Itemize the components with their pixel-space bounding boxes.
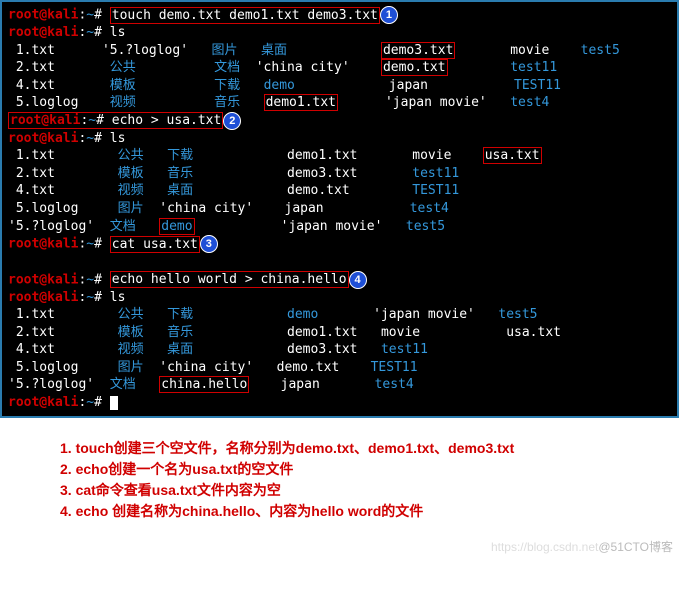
annotation-line-1: 1. touch创建三个空文件，名称分别为demo.txt、demo1.txt、… — [60, 438, 663, 459]
watermark: https://blog.csdn.net@51CTO博客 — [0, 532, 693, 561]
ls2-row5: '5.?loglog' 文档 demo 'japan movie' test5 — [8, 218, 671, 236]
annotation-block: 1. touch创建三个空文件，名称分别为demo.txt、demo1.txt、… — [0, 418, 693, 532]
ls2-row3: 4.txt 视频 桌面 demo.txt TEST11 — [8, 182, 671, 200]
annotation-line-2: 2. echo创建一个名为usa.txt的空文件 — [60, 459, 663, 480]
cmd-touch: touch demo.txt demo1.txt demo3.txt — [110, 7, 380, 24]
command-line-6: root@kali:~# echo hello world > china.he… — [8, 271, 671, 289]
ls1-row1: 1.txt '5.?loglog' 图片 桌面 demo3.txt movie … — [8, 42, 671, 60]
ls3-row3: 4.txt 视频 桌面 demo3.txt test11 — [8, 341, 671, 359]
ls3-row5: '5.?loglog' 文档 china.hello japan test4 — [8, 376, 671, 394]
marker-1: 1 — [380, 6, 398, 24]
ls1-row4: 5.loglog 视频 音乐 demo1.txt 'japan movie' t… — [8, 94, 671, 112]
marker-4: 4 — [349, 271, 367, 289]
prompt-user: root@kali — [8, 8, 78, 23]
ls3-row4: 5.loglog 图片 'china city' demo.txt TEST11 — [8, 359, 671, 377]
marker-3: 3 — [200, 235, 218, 253]
annotation-line-4: 4. echo 创建名称为china.hello、内容为hello word的文… — [60, 501, 663, 522]
command-line-2: root@kali:~# ls — [8, 24, 671, 42]
blank-line — [8, 253, 671, 271]
command-line-4: root@kali:~# ls — [8, 130, 671, 148]
ls3-row2: 2.txt 模板 音乐 demo1.txt movie usa.txt — [8, 324, 671, 342]
ls1-row3: 4.txt 模板 下载 demo japan TEST11 — [8, 77, 671, 95]
ls2-row4: 5.loglog 图片 'china city' japan test4 — [8, 200, 671, 218]
marker-2: 2 — [223, 112, 241, 130]
terminal[interactable]: root@kali:~# touch demo.txt demo1.txt de… — [0, 0, 679, 418]
command-line-3: root@kali:~# echo > usa.txt2 — [8, 112, 671, 130]
ls2-row1: 1.txt 公共 下载 demo1.txt movie usa.txt — [8, 147, 671, 165]
command-line-5: root@kali:~# cat usa.txt3 — [8, 235, 671, 253]
ls2-row2: 2.txt 模板 音乐 demo3.txt test11 — [8, 165, 671, 183]
command-line-7: root@kali:~# ls — [8, 289, 671, 307]
ls1-row2: 2.txt 公共 文档 'china city' demo.txt test11 — [8, 59, 671, 77]
cursor-icon[interactable] — [110, 396, 118, 410]
annotation-line-3: 3. cat命令查看usa.txt文件内容为空 — [60, 480, 663, 501]
ls3-row1: 1.txt 公共 下载 demo 'japan movie' test5 — [8, 306, 671, 324]
command-line-8: root@kali:~# — [8, 394, 671, 412]
command-line-1: root@kali:~# touch demo.txt demo1.txt de… — [8, 6, 671, 24]
